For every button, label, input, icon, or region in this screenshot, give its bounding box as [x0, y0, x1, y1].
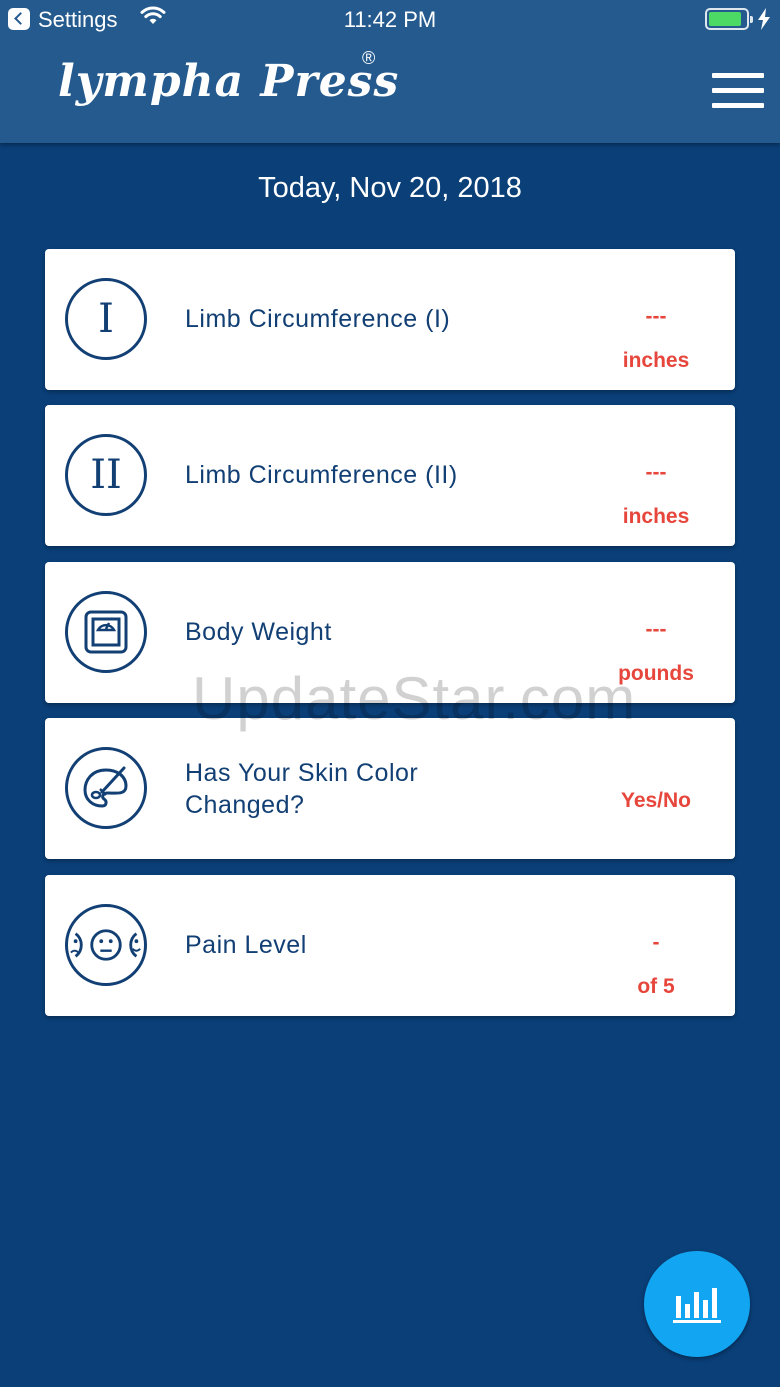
status-time: 11:42 PM — [343, 7, 437, 32]
card-label-line-2: Changed? — [185, 791, 305, 819]
roman-two-icon: II — [65, 434, 147, 516]
scale-glyph — [84, 610, 128, 654]
card-body-weight[interactable]: Body Weight --- pounds — [45, 562, 735, 703]
registered-mark: ® — [362, 48, 376, 68]
card-unit: of 5 — [637, 975, 675, 998]
roman-numeral: I — [98, 296, 114, 342]
palette-glyph — [83, 766, 128, 808]
card-value: Yes/No — [620, 789, 692, 812]
card-limb-circumference-2[interactable]: II Limb Circumference (II) --- inches — [45, 405, 735, 546]
palette-brush-icon — [65, 747, 147, 829]
faces-glyph — [70, 929, 141, 961]
date-title: Today, Nov 20, 2018 — [258, 172, 522, 204]
roman-one-icon: I — [65, 278, 147, 360]
brand-logo: lympha Press — [58, 56, 400, 107]
card-skin-color[interactable]: Has Your Skin Color Changed? Yes/No — [45, 718, 735, 859]
card-value: --- — [645, 305, 667, 328]
bar-chart-icon — [673, 1288, 721, 1323]
card-value: --- — [645, 461, 667, 484]
charts-fab-button[interactable] — [644, 1251, 750, 1357]
card-pain-level[interactable]: Pain Level - of 5 — [45, 875, 735, 1016]
card-label: Limb Circumference (II) — [185, 461, 458, 489]
card-label: Body Weight — [185, 618, 332, 646]
status-bar: Settings 11:42 PM — [0, 0, 780, 40]
card-label: Limb Circumference (I) — [185, 305, 451, 333]
card-label: Pain Level — [185, 931, 307, 959]
charging-bolt-icon — [758, 8, 770, 30]
card-label-line-1: Has Your Skin Color — [185, 759, 419, 787]
screen: Settings 11:42 PM lympha Press ® Today, … — [0, 0, 780, 1387]
faces-icon — [65, 904, 147, 986]
hamburger-menu-icon[interactable] — [712, 73, 764, 109]
battery-icon — [705, 8, 753, 30]
card-unit: inches — [622, 349, 690, 372]
card-value: - — [652, 931, 660, 954]
card-value: --- — [645, 618, 667, 641]
card-unit: inches — [622, 505, 690, 528]
card-unit: pounds — [618, 662, 694, 685]
scale-icon — [65, 591, 147, 673]
header: Settings 11:42 PM lympha Press ® — [0, 0, 780, 143]
card-limb-circumference-1[interactable]: I Limb Circumference (I) --- inches — [45, 249, 735, 390]
roman-numeral: II — [90, 452, 122, 498]
card-label: Has Your Skin Color Changed? — [185, 757, 565, 821]
